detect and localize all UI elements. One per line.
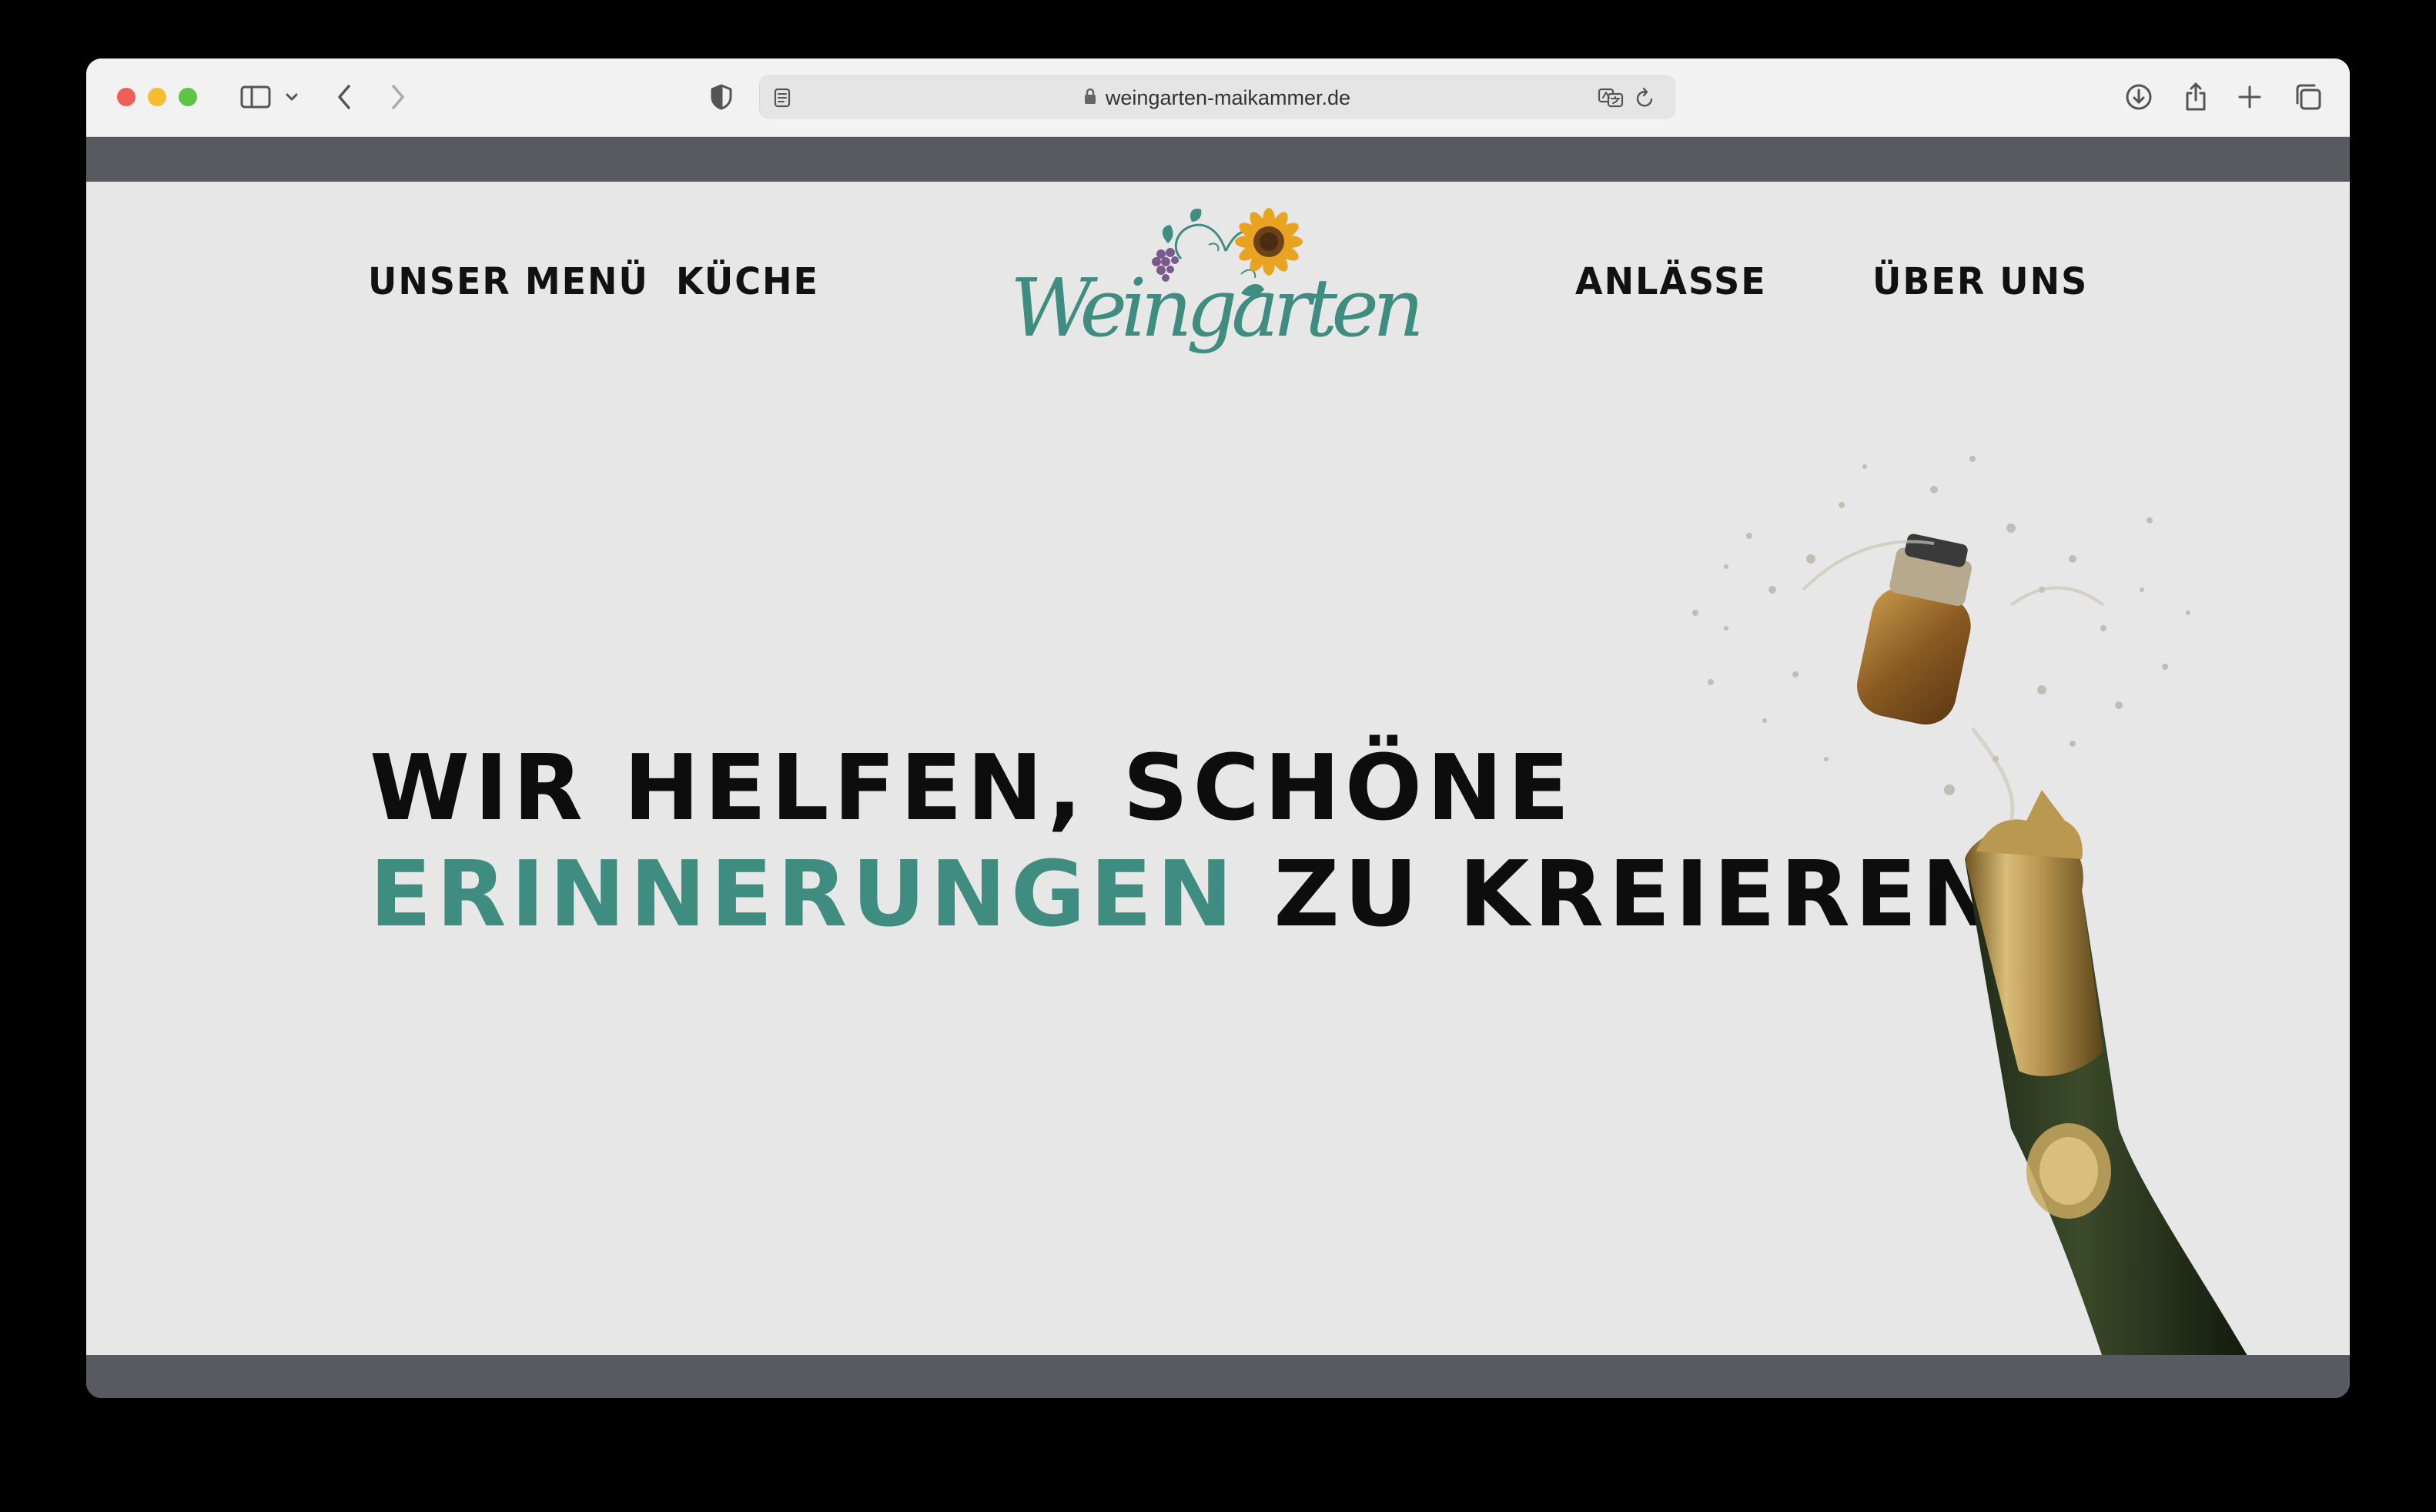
champagne-bottle-image (1611, 359, 2288, 1355)
address-bar[interactable]: weingarten-maikammer.de (759, 75, 1675, 119)
new-tab-icon[interactable] (2227, 75, 2273, 119)
sidebar-toggle-icon[interactable] (233, 75, 279, 119)
lock-icon (1084, 86, 1096, 110)
back-button[interactable] (325, 75, 363, 119)
browser-window: weingarten-maikammer.de UNSER MENÜ KÜCHE… (86, 59, 2350, 1398)
translate-icon[interactable] (1596, 76, 1627, 119)
downloads-icon[interactable] (2116, 75, 2162, 119)
minimize-window-button[interactable] (148, 88, 166, 106)
reload-icon[interactable] (1630, 76, 1661, 119)
weingarten-logo[interactable]: Weingarten (1010, 205, 1441, 366)
browser-toolbar: weingarten-maikammer.de (86, 59, 2350, 137)
chevron-down-icon[interactable] (280, 75, 303, 119)
logo-wordmark: Weingarten (1010, 261, 1426, 355)
tab-overview-icon[interactable] (2285, 75, 2331, 119)
forward-button[interactable] (379, 75, 417, 119)
nav-link-kueche[interactable]: KÜCHE (676, 259, 819, 303)
url-text: weingarten-maikammer.de (1105, 85, 1351, 109)
page-top-bar (86, 137, 2350, 182)
hero-section: UNSER MENÜ KÜCHE ANLÄSSE ÜBER UNS Weinga… (86, 182, 2350, 1355)
share-icon[interactable] (2173, 75, 2219, 119)
fullscreen-window-button[interactable] (179, 88, 197, 106)
nav-link-ueber-uns[interactable]: ÜBER UNS (1872, 259, 2088, 303)
headline-accent-word: ERINNERUNGEN (370, 841, 1238, 947)
close-window-button[interactable] (117, 88, 136, 106)
nav-link-anlaesse[interactable]: ANLÄSSE (1575, 259, 1767, 303)
page-bottom-bar (86, 1355, 2350, 1398)
privacy-shield-icon[interactable] (702, 75, 741, 119)
nav-link-unser-menu[interactable]: UNSER MENÜ (368, 259, 649, 303)
